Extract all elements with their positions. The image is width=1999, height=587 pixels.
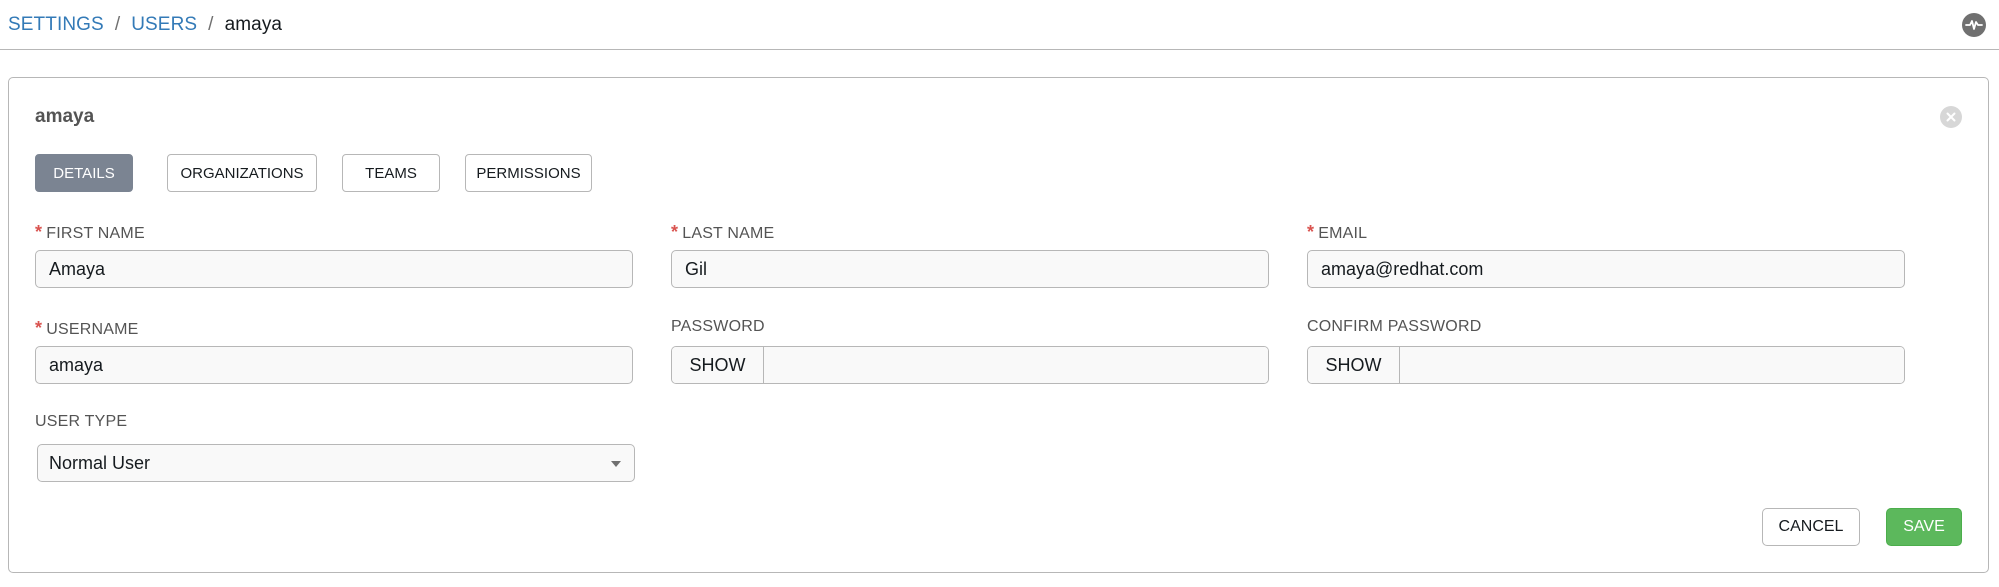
password-label: PASSWORD xyxy=(671,318,765,335)
required-marker: * xyxy=(35,222,43,242)
email-label: * EMAIL xyxy=(1307,222,1367,243)
last-name-label-text: LAST NAME xyxy=(682,225,775,242)
confirm-password-label: CONFIRM PASSWORD xyxy=(1307,318,1482,335)
tab-teams[interactable]: TEAMS xyxy=(342,154,440,192)
breadcrumb-settings-link[interactable]: SETTINGS xyxy=(8,14,104,36)
confirm-password-input[interactable] xyxy=(1400,347,1904,383)
required-marker: * xyxy=(35,318,43,338)
top-bar: SETTINGS / USERS / amaya xyxy=(0,0,1999,50)
email-label-text: EMAIL xyxy=(1318,225,1368,242)
user-type-select[interactable]: Normal User xyxy=(37,444,635,482)
required-marker: * xyxy=(1307,222,1315,242)
first-name-label: * FIRST NAME xyxy=(35,222,145,243)
password-field: SHOW xyxy=(671,346,1269,384)
last-name-input[interactable]: Gil xyxy=(671,250,1269,288)
breadcrumb-separator: / xyxy=(208,14,214,35)
activity-stream-icon[interactable] xyxy=(1962,13,1986,37)
user-detail-panel: amaya DETAILS ORGANIZATIONS TEAMS PERMIS… xyxy=(8,77,1989,573)
first-name-label-text: FIRST NAME xyxy=(46,225,145,242)
breadcrumb-current: amaya xyxy=(224,14,283,35)
tab-details[interactable]: DETAILS xyxy=(35,154,133,192)
close-icon[interactable] xyxy=(1940,106,1962,128)
username-label: * USERNAME xyxy=(35,318,139,339)
password-input[interactable] xyxy=(764,347,1268,383)
save-button[interactable]: SAVE xyxy=(1886,508,1962,546)
username-label-text: USERNAME xyxy=(46,321,139,338)
password-show-button[interactable]: SHOW xyxy=(672,347,764,383)
breadcrumb-users-link[interactable]: USERS xyxy=(131,14,197,36)
confirm-password-field: SHOW xyxy=(1307,346,1905,384)
user-type-label: USER TYPE xyxy=(35,413,128,430)
confirm-password-show-button[interactable]: SHOW xyxy=(1308,347,1400,383)
panel-title: amaya xyxy=(35,106,95,127)
user-type-value: Normal User xyxy=(49,452,151,473)
tab-permissions[interactable]: PERMISSIONS xyxy=(465,154,592,192)
chevron-down-icon xyxy=(611,461,621,467)
breadcrumb-separator: / xyxy=(114,14,121,35)
breadcrumb: SETTINGS / USERS / amaya xyxy=(8,14,282,36)
email-input[interactable]: amaya@redhat.com xyxy=(1307,250,1905,288)
username-input[interactable]: amaya xyxy=(35,346,633,384)
cancel-button[interactable]: CANCEL xyxy=(1762,508,1860,546)
first-name-input[interactable]: Amaya xyxy=(35,250,633,288)
tab-organizations[interactable]: ORGANIZATIONS xyxy=(167,154,317,192)
required-marker: * xyxy=(671,222,679,242)
last-name-label: * LAST NAME xyxy=(671,222,774,243)
